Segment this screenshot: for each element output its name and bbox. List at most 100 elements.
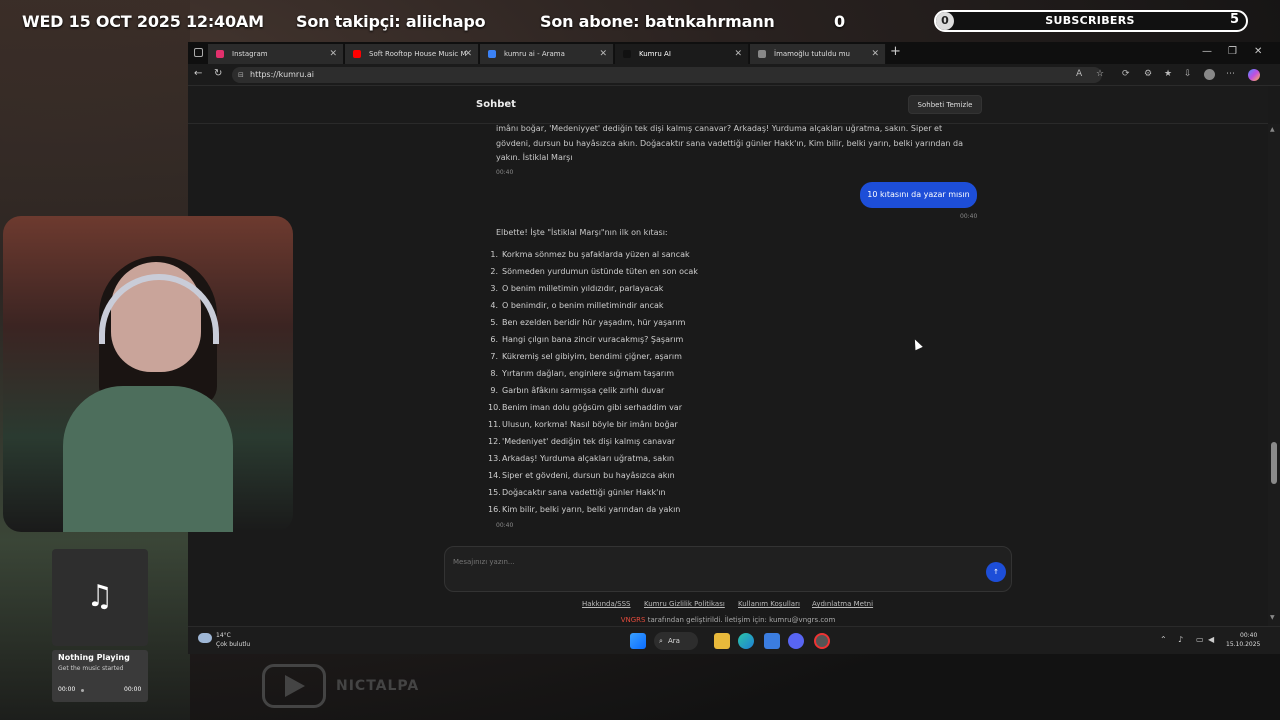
reply-list-text: Doğacaktır sana vadettiği günler Hakk'ın — [502, 488, 666, 497]
scroll-down-icon[interactable]: ▼ — [1270, 614, 1275, 621]
footer-brand[interactable]: VNGRS — [621, 616, 646, 624]
favorites-icon[interactable]: ★ — [1164, 69, 1172, 79]
url-field[interactable]: ⊟ https://kumru.ai — [232, 67, 1102, 83]
reply-list-text: Benim iman dolu göğsüm gibi serhaddim va… — [502, 403, 682, 412]
windows-start-icon[interactable] — [630, 633, 646, 649]
reply-list-number: 4. — [490, 301, 498, 310]
reply-list-text: O benimdir, o benim milletimindir ancak — [502, 301, 664, 310]
edge-browser-icon[interactable] — [738, 633, 754, 649]
file-explorer-icon[interactable] — [714, 633, 730, 649]
close-window-button[interactable]: ✕ — [1254, 46, 1262, 57]
tab-actions-icon[interactable] — [194, 48, 203, 57]
page-scrollbar[interactable]: ▲ ▼ — [1268, 124, 1280, 626]
clear-chat-button[interactable]: Sohbeti Temizle — [908, 95, 982, 114]
tab-news[interactable]: İmamoğlu tutuldu mu ✕ — [750, 44, 886, 64]
reply-list-text: Ben ezelden beridir hür yaşadım, hür yaş… — [502, 318, 686, 327]
new-tab-button[interactable]: + — [890, 44, 901, 59]
tab-search[interactable]: kumru ai - Arama ✕ — [480, 44, 614, 64]
chat-header: Sohbet Sohbeti Temizle — [188, 86, 1268, 124]
tab-label: kumru ai - Arama — [504, 50, 565, 58]
app-icon[interactable] — [764, 633, 780, 649]
discord-icon[interactable] — [788, 633, 804, 649]
read-aloud-icon[interactable]: A — [1076, 69, 1082, 79]
profile-avatar[interactable] — [1204, 69, 1215, 80]
scrollbar-thumb[interactable] — [1271, 442, 1277, 484]
subscriber-goal-current: 0 — [936, 12, 954, 30]
clock-date[interactable]: 15.10.2025 — [1226, 641, 1260, 648]
obs-icon[interactable] — [814, 633, 830, 649]
taskbar-search[interactable]: ⌕ Ara — [654, 632, 698, 650]
webcam-person-body — [63, 386, 233, 532]
footer-link-about[interactable]: Hakkında/SSS — [582, 600, 630, 608]
tab-strip: Instagram ✕ Soft Rooftop House Music M ✕… — [188, 42, 1280, 64]
webcam-feed — [3, 216, 293, 532]
footer-link-disclosure[interactable]: Aydınlatma Metni — [812, 600, 873, 608]
music-subtitle: Get the music started — [58, 665, 124, 672]
network-icon[interactable]: ▭ — [1196, 635, 1204, 644]
refresh-icon[interactable]: ↻ — [214, 68, 222, 79]
scroll-up-icon[interactable]: ▲ — [1270, 126, 1275, 133]
footer-link-privacy[interactable]: Kumru Gizlilik Politikası — [644, 600, 725, 608]
reply-list-item: 13.Arkadaş! Yurduma alçakları uğratma, s… — [488, 450, 888, 467]
tab-instagram[interactable]: Instagram ✕ — [208, 44, 344, 64]
send-button[interactable]: ↑ — [986, 562, 1006, 582]
reply-list-item: 6. Hangi çılgın bana zincir vuracakmış? Ş… — [488, 331, 888, 348]
taskbar-search-label: Ara — [668, 637, 680, 645]
message-timestamp: 00:40 — [960, 213, 978, 220]
overlay-datetime: WED 15 OCT 2025 12:40AM — [22, 12, 264, 31]
maximize-button[interactable]: ❐ — [1228, 46, 1237, 57]
favorite-star-icon[interactable]: ☆ — [1096, 69, 1104, 79]
weather-desc[interactable]: Çok bulutlu — [216, 641, 250, 648]
reply-list-number: 2. — [490, 267, 498, 276]
refresh-page-icon[interactable]: ⟳ — [1122, 69, 1130, 79]
reply-list-text: Yırtarım dağları, enginlere sığmam taşar… — [502, 369, 675, 378]
reply-list-text: Siper et gövdeni, dursun bu hayâsızca ak… — [502, 471, 675, 480]
reply-list-text: Kükremiş sel gibiyim, bendimi çiğner, aş… — [502, 352, 682, 361]
weather-temp[interactable]: 14°C — [216, 632, 231, 639]
clock-time[interactable]: 00:40 — [1240, 632, 1257, 639]
message-input[interactable] — [453, 555, 953, 569]
tab-close-icon[interactable]: ✕ — [599, 44, 607, 64]
reply-list-text: Hangi çılgın bana zincir vuracakmış? Şaş… — [502, 335, 684, 344]
overlay-counter: 0 — [834, 12, 845, 31]
chat-title: Sohbet — [476, 99, 516, 110]
minimize-button[interactable]: — — [1202, 46, 1212, 57]
reply-list-item: 12.'Medeniyet' dediğin tek dişi kalmış c… — [488, 433, 888, 450]
reply-list-item: 9. Garbın âfâkını sarmışsa çelik zırhlı d… — [488, 382, 888, 399]
footer-link-terms[interactable]: Kullanım Koşulları — [738, 600, 800, 608]
reply-list-text: Garbın âfâkını sarmışsa çelik zırhlı duv… — [502, 386, 665, 395]
tab-kumru-ai[interactable]: Kumru AI ✕ — [615, 44, 749, 64]
downloads-icon[interactable]: ⇩ — [1184, 69, 1192, 79]
url-text: https://kumru.ai — [250, 70, 314, 79]
music-artwork: ♫ — [52, 549, 148, 646]
reply-list-text: 'Medeniyet' dediğin tek dişi kalmış cana… — [502, 437, 676, 446]
tab-label: Kumru AI — [639, 50, 671, 58]
reply-list-number: 1. — [490, 250, 498, 259]
reply-list-item: 2. Sönmeden yurdumun üstünde tüten en son… — [488, 263, 888, 280]
tab-close-icon[interactable]: ✕ — [464, 44, 472, 64]
site-info-icon[interactable]: ⊟ — [238, 67, 244, 83]
tab-youtube-music[interactable]: Soft Rooftop House Music M ✕ — [345, 44, 479, 64]
weather-icon[interactable] — [198, 633, 212, 643]
reply-list-number: 11. — [488, 420, 501, 429]
back-icon[interactable]: ← — [194, 68, 202, 79]
reply-list-item: 3. O benim milletimin yıldızıdır, parlaya… — [488, 280, 888, 297]
reply-list-number: 9. — [490, 386, 498, 395]
footer-credit: VNGRS tarafından geliştirildi. İletişim … — [188, 616, 1268, 624]
reply-list-number: 13. — [488, 454, 501, 463]
copilot-icon[interactable] — [1248, 69, 1260, 81]
music-progress — [81, 689, 84, 692]
reply-list-text: Arkadaş! Yurduma alçakları uğratma, sakı… — [502, 454, 675, 463]
volume-icon[interactable]: ◀ — [1208, 635, 1214, 644]
tab-close-icon[interactable]: ✕ — [871, 44, 879, 64]
tab-close-icon[interactable]: ✕ — [734, 44, 742, 64]
extensions-icon[interactable]: ⚙ — [1144, 69, 1152, 79]
more-menu-icon[interactable]: ⋯ — [1226, 69, 1235, 79]
overlay-last-follower: Son takipçi: aliichapo — [296, 12, 486, 31]
microphone-icon[interactable]: ♪ — [1178, 635, 1183, 644]
reply-list-number: 6. — [490, 335, 498, 344]
reply-list-item: 11.Ulusun, korkma! Nasıl böyle bir imânı… — [488, 416, 888, 433]
play-icon — [285, 675, 305, 697]
tab-close-icon[interactable]: ✕ — [329, 44, 337, 64]
tray-chevron-icon[interactable]: ⌃ — [1160, 635, 1167, 644]
